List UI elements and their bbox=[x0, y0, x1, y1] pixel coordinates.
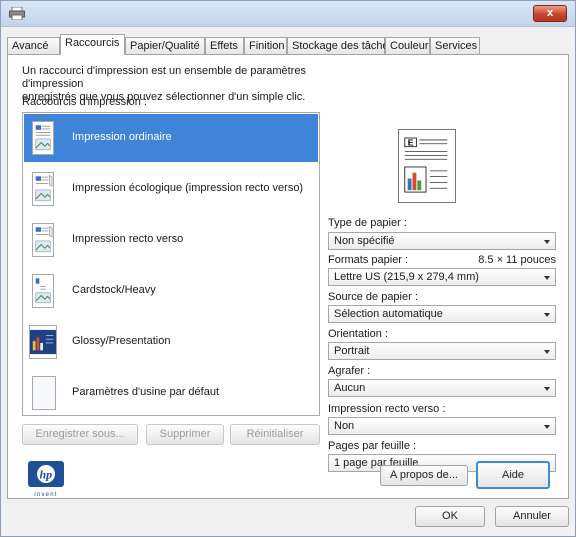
eco-duplex-icon bbox=[32, 172, 54, 206]
help-button[interactable]: Aide bbox=[476, 461, 550, 489]
tab-papier-qualite[interactable]: Papier/Qualité bbox=[125, 37, 205, 54]
tab-stockage-des-taches[interactable]: Stockage des tâches bbox=[287, 37, 394, 54]
title-bar: x bbox=[1, 1, 575, 27]
paper-size-select[interactable]: Lettre US (215,9 x 279,4 mm) bbox=[328, 268, 556, 286]
shortcut-glossy-presentation[interactable]: Glossy/Presentation bbox=[24, 318, 318, 366]
brand-tagline: invent bbox=[34, 492, 57, 498]
chevron-down-icon bbox=[544, 313, 550, 317]
svg-text:hp: hp bbox=[40, 468, 53, 482]
document-preview: E bbox=[398, 129, 456, 203]
tab-raccourcis[interactable]: Raccourcis bbox=[60, 34, 125, 55]
shortcut-cardstock-heavy[interactable]: Cardstock/Heavy bbox=[24, 267, 318, 315]
print-properties-dialog: x Avancé Raccourcis Papier/Qualité Effet… bbox=[0, 0, 576, 537]
duplex-label: Impression recto verso : bbox=[328, 403, 446, 415]
staple-select[interactable]: Aucun bbox=[328, 379, 556, 397]
pages-per-sheet-label: Pages par feuille : bbox=[328, 440, 417, 452]
shortcuts-list[interactable]: Impression ordinaire Impression écologiq… bbox=[22, 112, 320, 416]
close-button[interactable]: x bbox=[533, 5, 567, 22]
tab-couleur[interactable]: Couleur bbox=[385, 37, 430, 54]
shortcut-impression-recto-verso[interactable]: Impression recto verso bbox=[24, 216, 318, 264]
cardstock-icon bbox=[32, 274, 54, 308]
shortcut-parametres-usine[interactable]: Paramètres d'usine par défaut bbox=[24, 369, 318, 417]
tab-avance[interactable]: Avancé bbox=[7, 37, 60, 54]
paper-source-select[interactable]: Sélection automatique bbox=[328, 305, 556, 323]
glossy-photo-icon bbox=[29, 325, 57, 359]
chevron-down-icon bbox=[544, 276, 550, 280]
shortcut-label: Impression recto verso bbox=[72, 233, 184, 245]
shortcuts-list-label: Raccourcis d'impression : bbox=[22, 96, 147, 108]
document-photo-icon bbox=[32, 121, 54, 155]
paper-size-label: Formats papier : bbox=[328, 254, 409, 266]
duplex-icon bbox=[32, 223, 54, 257]
ok-button[interactable]: OK bbox=[415, 506, 485, 527]
about-button[interactable]: A propos de... bbox=[380, 465, 468, 486]
chevron-down-icon bbox=[544, 425, 550, 429]
chevron-down-icon bbox=[544, 350, 550, 354]
shortcuts-panel: Un raccourci d'impression est un ensembl… bbox=[7, 54, 569, 499]
paper-size-dimensions: 8.5 × 11 pouces bbox=[478, 254, 556, 266]
paper-type-value: Non spécifié bbox=[334, 235, 395, 247]
paper-size-value: Lettre US (215,9 x 279,4 mm) bbox=[334, 271, 479, 283]
chevron-down-icon bbox=[544, 240, 550, 244]
shortcut-label: Paramètres d'usine par défaut bbox=[72, 386, 220, 398]
paper-source-value: Sélection automatique bbox=[334, 308, 443, 320]
chevron-down-icon bbox=[544, 387, 550, 391]
delete-button[interactable]: Supprimer bbox=[146, 424, 224, 445]
blank-page-icon bbox=[32, 376, 56, 410]
tab-effets[interactable]: Effets bbox=[205, 37, 244, 54]
save-as-button[interactable]: Enregistrer sous... bbox=[22, 424, 138, 445]
staple-label: Agrafer : bbox=[328, 365, 371, 377]
reset-button[interactable]: Réinitialiser bbox=[230, 424, 320, 445]
paper-type-label: Type de papier : bbox=[328, 217, 407, 229]
shortcut-impression-ecologique[interactable]: Impression écologique (impression recto … bbox=[24, 165, 318, 213]
shortcut-label: Impression écologique (impression recto … bbox=[72, 182, 304, 194]
duplex-value: Non bbox=[334, 420, 355, 432]
staple-value: Aucun bbox=[334, 382, 366, 394]
shortcut-label: Glossy/Presentation bbox=[72, 335, 171, 347]
svg-text:E: E bbox=[408, 138, 414, 148]
description-line-1: Un raccourci d'impression est un ensembl… bbox=[22, 65, 306, 90]
shortcut-label: Cardstock/Heavy bbox=[72, 284, 156, 296]
tab-finition[interactable]: Finition bbox=[244, 37, 287, 54]
printer-icon bbox=[9, 7, 25, 20]
tab-services[interactable]: Services bbox=[430, 37, 480, 54]
shortcut-label: Impression ordinaire bbox=[72, 131, 172, 143]
paper-source-label: Source de papier : bbox=[328, 291, 418, 303]
orientation-value: Portrait bbox=[334, 345, 370, 357]
hp-logo: hp invent bbox=[28, 461, 64, 498]
orientation-label: Orientation : bbox=[328, 328, 388, 340]
cancel-button[interactable]: Annuler bbox=[495, 506, 569, 527]
shortcut-impression-ordinaire[interactable]: Impression ordinaire bbox=[24, 114, 318, 162]
duplex-select[interactable]: Non bbox=[328, 417, 556, 435]
orientation-select[interactable]: Portrait bbox=[328, 342, 556, 360]
paper-type-select[interactable]: Non spécifié bbox=[328, 232, 556, 250]
